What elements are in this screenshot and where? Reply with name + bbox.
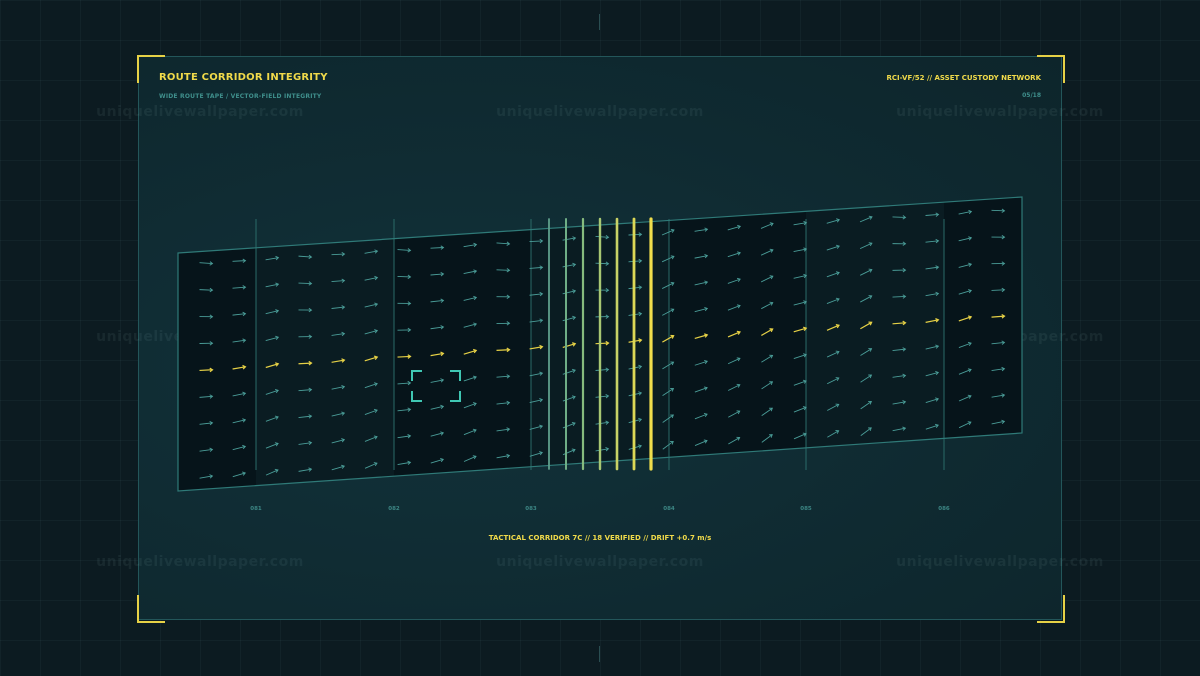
vector-field-tape: 081 082 083 084 085 086: [177, 196, 1023, 512]
segment-band: [256, 197, 394, 491]
segment-label-4: 084: [663, 506, 675, 512]
corridor-status: TACTICAL CORRIDOR 7C // 18 VERIFIED // D…: [488, 534, 712, 542]
segment-label-3: 083: [525, 506, 537, 512]
segment-label-6: 086: [938, 506, 950, 512]
segment-label-1: 081: [250, 506, 262, 512]
segment-band: [394, 197, 531, 491]
segment-label-5: 085: [800, 506, 812, 512]
segment-band: [944, 197, 1022, 491]
segment-label-2: 082: [388, 506, 400, 512]
segment-band: [669, 197, 806, 491]
